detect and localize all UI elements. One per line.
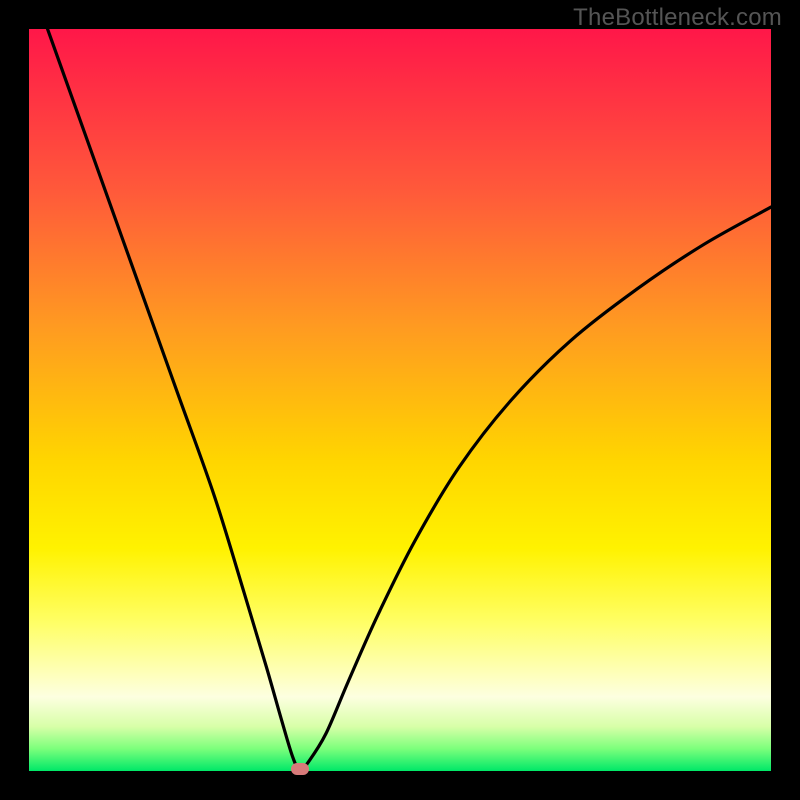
plot-area xyxy=(29,29,771,771)
watermark-text: TheBottleneck.com xyxy=(573,4,782,32)
curve-svg xyxy=(29,29,771,771)
minimum-marker xyxy=(291,763,309,775)
chart-frame: TheBottleneck.com xyxy=(0,0,800,800)
bottleneck-curve-path xyxy=(29,29,771,771)
